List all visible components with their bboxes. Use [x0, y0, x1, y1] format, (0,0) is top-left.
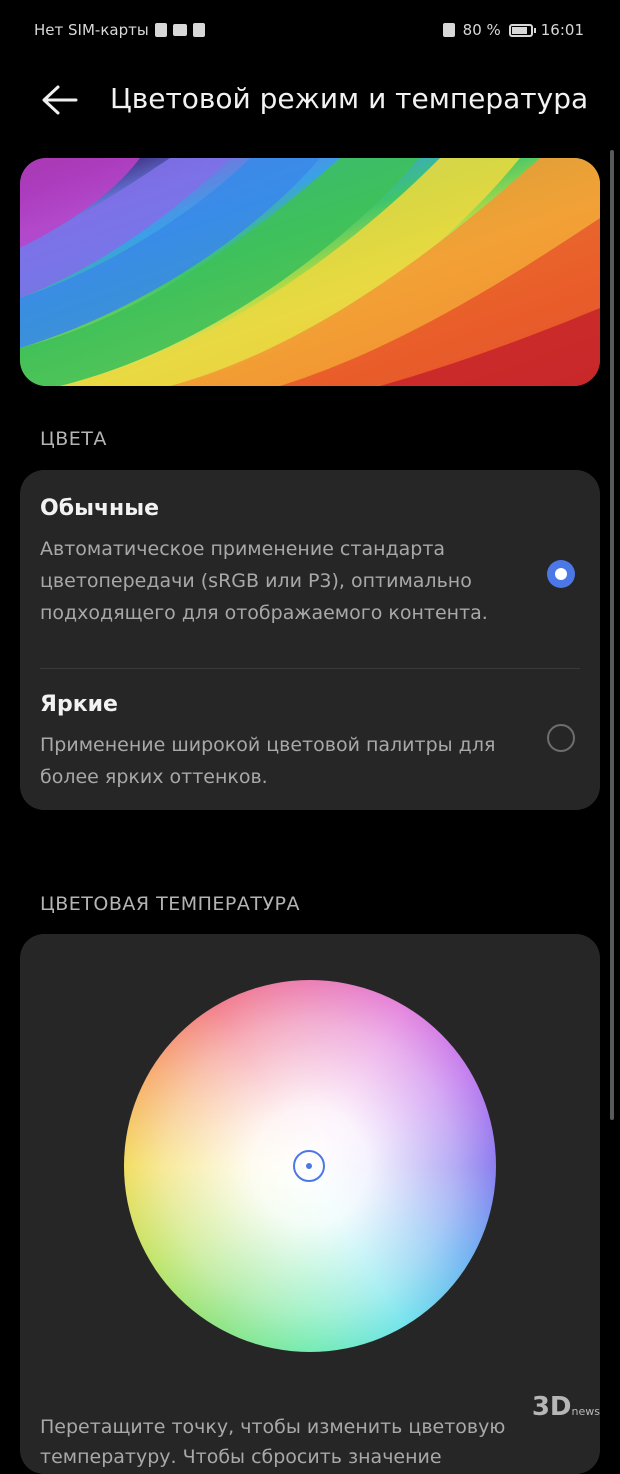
status-bar: Нет SIM-карты 80 % 16:01	[0, 0, 620, 60]
nfc-status-icon	[442, 23, 455, 37]
rainbow-waves-graphic	[20, 158, 600, 386]
wifi-icon	[172, 24, 187, 36]
battery-icon	[508, 23, 536, 37]
arrow-left-icon	[42, 85, 78, 115]
back-button[interactable]	[38, 80, 82, 120]
battery-percent: 80 %	[462, 21, 501, 39]
radio-normal[interactable]	[547, 560, 575, 588]
nfc-icon	[154, 23, 167, 37]
watermark-logo: 3Dnews	[531, 1392, 600, 1422]
page-title: Цветовой режим и температура	[110, 82, 589, 115]
section-label-temperature: ЦВЕТОВАЯ ТЕМПЕРАТУРА	[40, 893, 301, 915]
option-vivid-text: Яркие Применение широкой цветовой палитр…	[40, 692, 530, 793]
scrollbar[interactable]	[610, 150, 614, 1120]
status-left: Нет SIM-карты	[34, 21, 205, 39]
option-vivid-description: Применение широкой цветовой палитры для …	[40, 734, 496, 788]
temperature-picker-handle[interactable]	[293, 1150, 325, 1182]
option-normal-description: Автоматическое применение стандарта цвет…	[40, 538, 488, 624]
clock: 16:01	[540, 21, 584, 39]
option-vivid-title: Яркие	[40, 692, 118, 717]
status-right: 80 % 16:01	[442, 21, 584, 39]
temperature-hint: Перетащите точку, чтобы изменить цветову…	[40, 1416, 506, 1468]
colors-card: Обычные Автоматическое применение станда…	[20, 470, 600, 810]
radio-vivid[interactable]	[547, 724, 575, 752]
option-normal-text: Обычные Автоматическое применение станда…	[40, 496, 530, 629]
temperature-card	[20, 934, 600, 1474]
option-normal-title: Обычные	[40, 496, 160, 521]
divider	[40, 668, 580, 669]
color-preview-image	[20, 158, 600, 386]
notification-icon	[192, 23, 205, 37]
section-label-colors: ЦВЕТА	[40, 428, 107, 450]
app-header: Цветовой режим и температура	[0, 70, 620, 130]
sim-status-text: Нет SIM-карты	[34, 21, 149, 39]
